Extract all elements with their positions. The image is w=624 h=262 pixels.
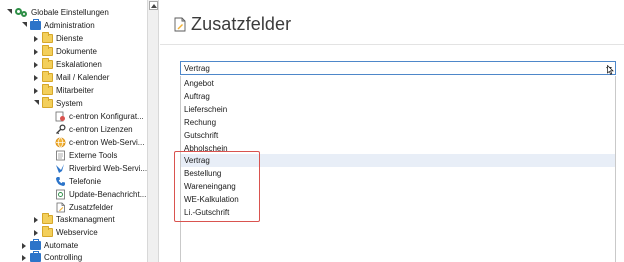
briefcase-icon [30,239,41,250]
folder-icon [42,71,53,82]
page-icon [174,17,186,31]
folder-icon [42,45,53,56]
tree-item-globale-einstellungen[interactable]: Globale Einstellungen [5,6,109,19]
update-icon [56,189,65,200]
dropdown-options-list: Angebot Auftrag Lieferschein Rechung Gut… [180,76,616,262]
tree-item-label: Globale Einstellungen [31,8,109,17]
folder-icon [42,58,53,69]
scrollbar-track[interactable] [150,12,157,258]
header-divider [160,44,624,45]
tree-item-label: c-entron Lizenzen [69,125,133,134]
option-wareneingang[interactable]: Wareneingang [181,180,615,193]
briefcase-icon [30,251,41,262]
tree-item-label: Riverbird Web-Servi... [69,164,147,173]
tree-item-update-benachrichtigung[interactable]: Update-Benachricht... [55,188,146,201]
option-rechung[interactable]: Rechung [181,116,615,129]
config-icon [55,111,65,122]
globe-icon [55,137,66,148]
scroll-up-icon[interactable] [149,1,158,10]
tree-item-controlling[interactable]: Controlling [20,251,82,262]
bird-icon [56,164,64,173]
collapse-toggle-icon[interactable] [32,100,40,108]
tree-item-administration[interactable]: Administration [20,19,95,32]
main-content: Zusatzfelder Vertrag Angebot Auftrag Lie… [160,0,624,262]
tree-item-system[interactable]: System [32,97,83,110]
tree-item-mail-kalender[interactable]: Mail / Kalender [32,71,109,84]
key-icon [56,124,66,135]
option-lieferschein[interactable]: Lieferschein [181,103,615,116]
tree-item-label: Update-Benachricht... [69,190,147,199]
tree-item-label: Dienste [56,34,84,43]
tree-item-centron-web-service[interactable]: c-entron Web-Servi... [55,136,144,149]
page-title: Zusatzfelder [191,13,292,34]
page-header: Zusatzfelder [174,12,291,36]
phone-icon [56,177,65,186]
tree-item-dokumente[interactable]: Dokumente [32,45,97,58]
option-angebot[interactable]: Angebot [181,77,615,90]
option-li-gutschrift[interactable]: Li.-Gutschrift [181,206,615,219]
collapse-toggle-icon[interactable] [20,22,28,30]
tree-item-label: Dokumente [56,47,97,56]
expand-toggle-icon[interactable] [32,87,40,95]
tree-item-telefonie[interactable]: Telefonie [55,175,101,188]
tree-item-centron-konfiguration[interactable]: c-entron Konfigurat... [55,110,144,123]
tree-item-label: Controlling [44,253,83,262]
option-bestellung[interactable]: Bestellung [181,167,615,180]
option-gutschrift[interactable]: Gutschrift [181,129,615,142]
briefcase-icon [30,19,41,30]
tree-item-webservice[interactable]: Webservice [32,226,98,239]
folder-icon [42,32,53,43]
tree-item-label: System [56,99,83,108]
gears-icon [15,8,28,17]
option-we-kalkulation[interactable]: WE-Kalkulation [181,193,615,206]
tree-item-mitarbeiter[interactable]: Mitarbeiter [32,84,94,97]
tree-item-riverbird-web-service[interactable]: Riverbird Web-Servi... [55,162,147,175]
folder-icon [42,84,53,95]
tree-item-label: Automate [44,241,79,250]
tree-item-label: Eskalationen [56,60,102,69]
tree-item-centron-lizenzen[interactable]: c-entron Lizenzen [55,123,133,136]
tree-scrollbar[interactable] [148,0,159,262]
tree-item-label: c-entron Konfigurat... [69,112,144,121]
tree-item-label: Telefonie [69,177,102,186]
tree-item-label: Mail / Kalender [56,73,110,82]
collapse-toggle-icon[interactable] [5,9,13,17]
option-auftrag[interactable]: Auftrag [181,90,615,103]
tree-item-label: Externe Tools [69,151,118,160]
folder-icon [42,213,53,224]
expand-toggle-icon[interactable] [32,48,40,56]
expand-toggle-icon[interactable] [32,216,40,224]
tree-item-eskalationen[interactable]: Eskalationen [32,58,102,71]
tree-item-label: Webservice [56,228,98,237]
mouse-cursor-icon [607,65,614,75]
expand-toggle-icon[interactable] [32,61,40,69]
tools-icon [56,150,65,161]
expand-toggle-icon[interactable] [32,35,40,43]
tree-item-externe-tools[interactable]: Externe Tools [55,149,117,162]
document-type-select[interactable]: Vertrag [180,61,616,75]
expand-toggle-icon[interactable] [20,242,28,250]
tree-item-dienste[interactable]: Dienste [32,32,83,45]
navigation-tree: Globale Einstellungen Administration Die… [0,0,147,262]
page-icon [56,202,65,213]
expand-toggle-icon[interactable] [20,254,28,262]
tree-item-label: Mitarbeiter [56,86,94,95]
expand-toggle-icon[interactable] [32,74,40,82]
tree-item-label: Zusatzfelder [69,203,114,212]
tree-item-taskmanagment[interactable]: Taskmanagment [32,213,115,226]
folder-icon [42,97,53,108]
select-value: Vertrag [184,63,210,73]
tree-item-label: Taskmanagment [56,215,115,224]
expand-toggle-icon[interactable] [32,229,40,237]
option-vertrag[interactable]: Vertrag [181,154,615,167]
tree-item-label: Administration [44,21,95,30]
folder-icon [42,226,53,237]
tree-item-label: c-entron Web-Servi... [69,138,145,147]
